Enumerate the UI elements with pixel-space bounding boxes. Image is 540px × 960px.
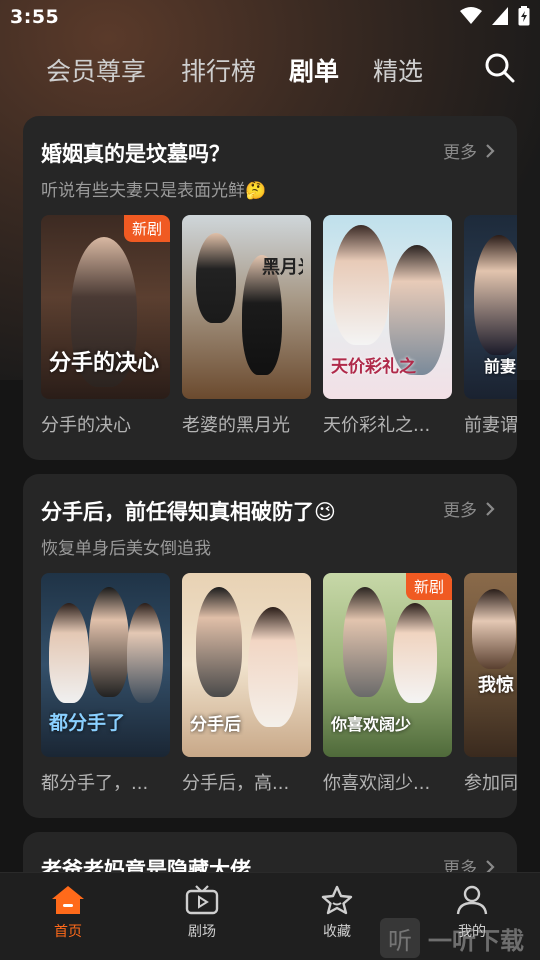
drama-name: 分手后，高...	[182, 773, 290, 794]
site-watermark: 听 一听下载	[380, 916, 540, 960]
poster-title: 都分手了	[49, 712, 126, 734]
feed[interactable]: 婚姻真的是坟墓吗？ 更多 听说有些夫妻只是表面光鲜🤔 新剧 分手的决心 分手的决…	[0, 0, 540, 872]
poster-title: 分手的决心	[49, 350, 160, 376]
status-time: 3:55	[10, 6, 60, 28]
poster-title: 我惊	[478, 675, 514, 696]
watermark-text: 一听下载	[428, 926, 524, 955]
playlist-card: 分手后，前任得知真相破防了😉 更多 恢复单身后美女倒追我 都分手了 都分手了，.…	[23, 474, 517, 818]
more-button[interactable]: 更多	[443, 138, 495, 163]
drama-poster[interactable]: 新剧 你喜欢阔少	[323, 573, 452, 757]
poster-title: 前妻 我已	[484, 357, 517, 376]
drama-name: 都分手了，...	[41, 773, 149, 794]
nav-theater[interactable]: 剧场	[162, 885, 242, 941]
chevron-right-icon	[486, 859, 495, 872]
chevron-right-icon	[486, 501, 495, 516]
drama-poster[interactable]: 我惊	[464, 573, 517, 757]
drama-name: 前妻谓	[464, 415, 517, 436]
drama-name: 你喜欢阔少...	[323, 773, 431, 794]
section-subtitle: 听说有些夫妻只是表面光鲜🤔	[41, 181, 267, 201]
top-nav: 会员尊享 排行榜 剧单 精选	[0, 44, 540, 96]
drama-name: 老婆的黑月光	[182, 415, 290, 436]
drama-name: 分手的决心	[41, 415, 131, 436]
nav-theater-label: 剧场	[188, 924, 216, 940]
drama-poster[interactable]: 分手后	[182, 573, 311, 757]
nav-home[interactable]: 首页	[28, 885, 108, 941]
tv-icon	[185, 885, 219, 915]
poster-title: 分手后	[190, 715, 241, 735]
drama-item[interactable]: 黑月光 老婆的黑月光	[182, 215, 311, 437]
section-subtitle: 恢复单身后美女倒追我	[41, 539, 211, 559]
drama-poster[interactable]: 新剧 分手的决心	[41, 215, 170, 399]
new-badge: 新剧	[405, 573, 452, 600]
star-icon	[321, 885, 353, 915]
playlist-card: 婚姻真的是坟墓吗？ 更多 听说有些夫妻只是表面光鲜🤔 新剧 分手的决心 分手的决…	[23, 116, 517, 460]
drama-item[interactable]: 新剧 分手的决心 分手的决心	[41, 215, 170, 437]
watermark-logo: 听	[380, 918, 420, 958]
drama-poster[interactable]: 前妻 我已	[464, 215, 517, 399]
tab-featured[interactable]: 精选	[373, 52, 423, 88]
profile-icon	[456, 885, 488, 915]
status-bar: 3:55	[0, 0, 540, 36]
playlist-card: 老爸老妈竟是隐藏大佬 更多	[23, 832, 517, 872]
drama-item[interactable]: 新剧 你喜欢阔少 你喜欢阔少...	[323, 573, 452, 795]
new-badge: 新剧	[123, 215, 170, 242]
drama-item[interactable]: 我惊 参加同	[464, 573, 517, 795]
signal-icon	[492, 7, 508, 25]
drama-item[interactable]: 前妻 我已 前妻谓	[464, 215, 517, 437]
nav-favorites-label: 收藏	[323, 924, 351, 940]
chevron-right-icon	[486, 143, 495, 158]
nav-favorites[interactable]: 收藏	[297, 885, 377, 941]
drama-item[interactable]: 都分手了 都分手了，...	[41, 573, 170, 795]
more-label: 更多	[443, 501, 477, 521]
battery-icon	[518, 6, 530, 26]
section-title: 婚姻真的是坟墓吗？	[41, 142, 230, 166]
poster-title: 你喜欢阔少	[331, 715, 412, 734]
drama-item[interactable]: 天价彩礼之 天价彩礼之...	[323, 215, 452, 437]
tab-vip[interactable]: 会员尊享	[46, 52, 146, 88]
home-icon	[52, 886, 84, 914]
poster-title: 天价彩礼之	[331, 357, 416, 377]
section-title: 老爸老妈竟是隐藏大佬	[41, 858, 251, 872]
drama-row: 都分手了 都分手了，... 分手后 分手后，高... 新剧 你喜欢阔少 你喜欢阔…	[41, 573, 517, 795]
status-icons	[460, 6, 530, 26]
drama-name: 天价彩礼之...	[323, 415, 431, 436]
drama-poster[interactable]: 天价彩礼之	[323, 215, 452, 399]
poster-title: 黑月光	[262, 257, 303, 278]
tab-ranking[interactable]: 排行榜	[181, 52, 256, 88]
wifi-icon	[460, 7, 482, 24]
drama-poster[interactable]: 黑月光	[182, 215, 311, 399]
more-label: 更多	[443, 143, 477, 163]
more-button[interactable]: 更多	[443, 854, 495, 872]
more-button[interactable]: 更多	[443, 496, 495, 521]
section-title: 分手后，前任得知真相破防了😉	[41, 500, 336, 524]
more-label: 更多	[443, 859, 477, 872]
tab-playlist[interactable]: 剧单	[289, 52, 339, 88]
search-icon[interactable]	[484, 52, 516, 84]
drama-poster[interactable]: 都分手了	[41, 573, 170, 757]
drama-item[interactable]: 分手后 分手后，高...	[182, 573, 311, 795]
nav-home-label: 首页	[54, 924, 82, 940]
drama-name: 参加同	[464, 773, 517, 794]
drama-row: 新剧 分手的决心 分手的决心 黑月光 老婆的黑月光 天价彩礼之	[41, 215, 517, 437]
